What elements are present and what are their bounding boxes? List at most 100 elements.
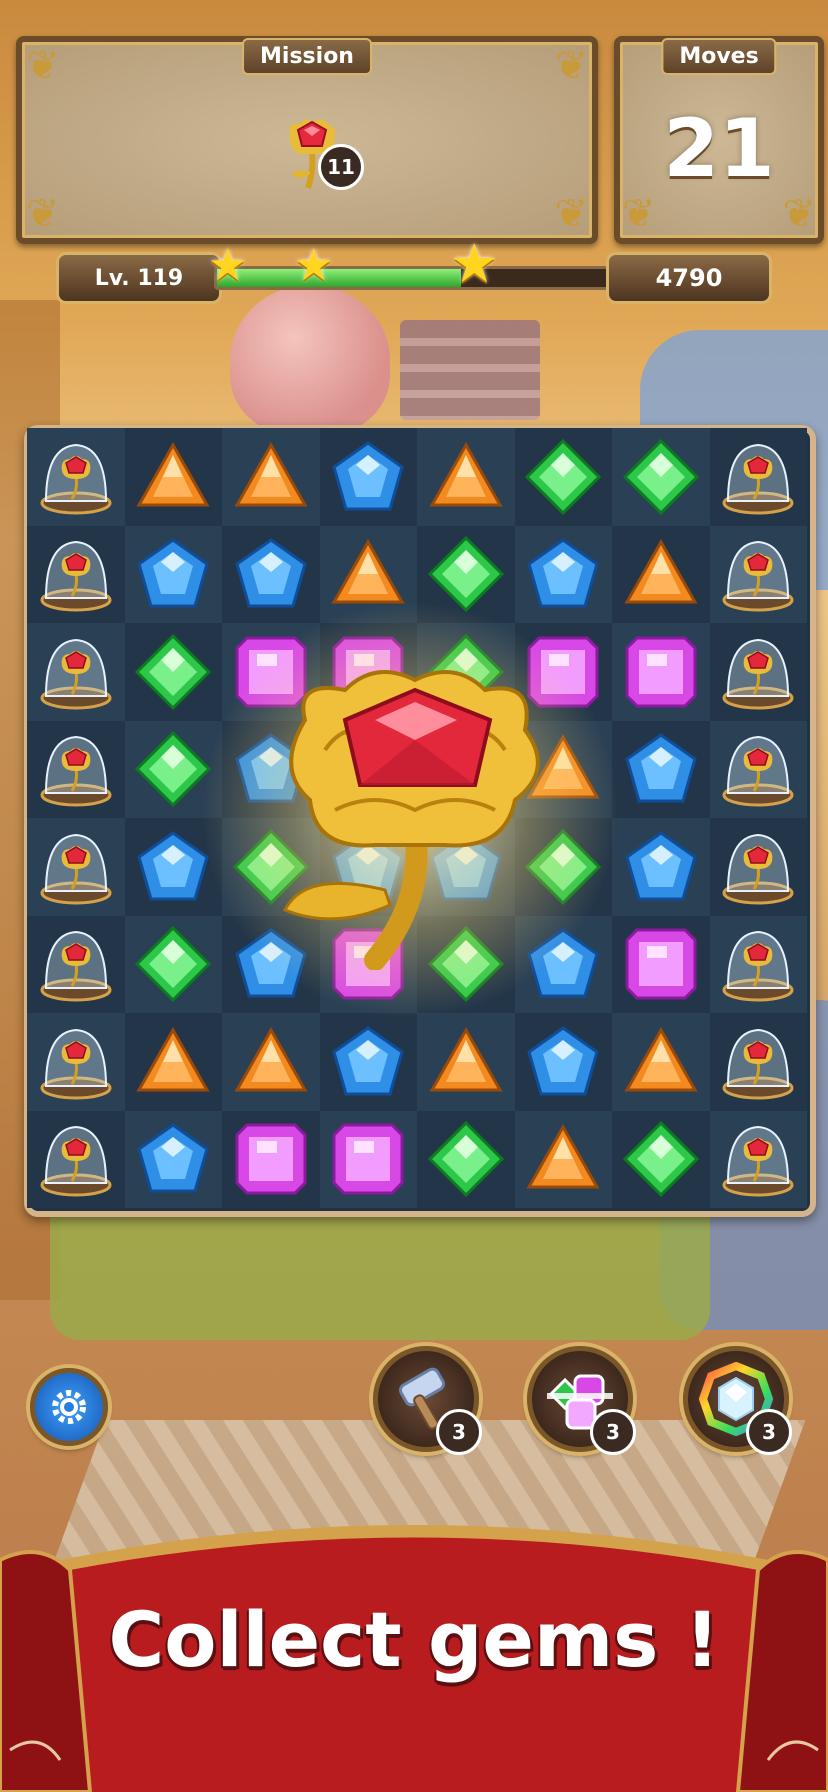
blue-gem-icon: [332, 1025, 404, 1096]
board-cell[interactable]: [319, 1110, 417, 1208]
board-cell[interactable]: [222, 525, 320, 623]
board-cell[interactable]: [124, 818, 222, 916]
board-cell[interactable]: [222, 1013, 320, 1111]
orange-gem-icon: [234, 441, 308, 507]
board-cell[interactable]: [514, 720, 612, 818]
booster-hammer-button[interactable]: 3: [373, 1346, 482, 1455]
board-cell[interactable]: [319, 623, 417, 721]
board-cell[interactable]: [612, 525, 710, 623]
board-cell[interactable]: [417, 720, 515, 818]
purple-gem-icon: [235, 636, 307, 708]
board-cell[interactable]: [27, 428, 125, 526]
board-cell[interactable]: [27, 1013, 125, 1111]
score-progress-fill: [217, 269, 462, 287]
board-cell[interactable]: [319, 915, 417, 1013]
board-cell[interactable]: [319, 818, 417, 916]
blue-gem-icon: [332, 830, 404, 901]
board-cell[interactable]: [27, 623, 125, 721]
purple-gem-icon: [625, 928, 697, 1000]
game-board: [24, 425, 816, 1217]
board-cell[interactable]: [319, 525, 417, 623]
board-cell[interactable]: [417, 428, 515, 526]
green-gem-icon: [427, 926, 504, 1003]
rose-dome-icon: [40, 541, 112, 612]
board-cell[interactable]: [124, 915, 222, 1013]
board-cell[interactable]: [27, 915, 125, 1013]
board-cell[interactable]: [319, 720, 417, 818]
board-cell[interactable]: [124, 1110, 222, 1208]
mission-target-count: 11: [318, 144, 364, 190]
rose-dome-icon: [40, 1126, 112, 1197]
corner-ornament-icon: ❦: [782, 191, 816, 237]
board-cell[interactable]: [612, 1110, 710, 1208]
board-cell[interactable]: [514, 623, 612, 721]
green-gem-icon: [525, 438, 602, 515]
board-cell[interactable]: [514, 428, 612, 526]
board-cell[interactable]: [27, 818, 125, 916]
board-cell[interactable]: [514, 818, 612, 916]
board-cell[interactable]: [709, 525, 807, 623]
blue-gem-icon: [527, 928, 599, 998]
settings-button[interactable]: [30, 1368, 108, 1446]
board-cell[interactable]: [222, 720, 320, 818]
board-cell[interactable]: [27, 525, 125, 623]
board-cell[interactable]: [417, 525, 515, 623]
purple-gem-icon: [332, 1123, 404, 1195]
moves-title: Moves: [661, 38, 777, 75]
green-gem-icon: [622, 438, 699, 515]
booster-color-bomb-button[interactable]: 3: [683, 1346, 792, 1455]
blue-gem-icon: [235, 928, 307, 998]
board-cell[interactable]: [319, 1013, 417, 1111]
board-cell[interactable]: [709, 818, 807, 916]
board-cell[interactable]: [417, 1110, 515, 1208]
board-cell[interactable]: [612, 915, 710, 1013]
board-cell[interactable]: [124, 525, 222, 623]
blue-gem-icon: [235, 538, 307, 608]
blue-gem-icon: [527, 1025, 599, 1096]
board-cell[interactable]: [417, 915, 515, 1013]
board-cell[interactable]: [124, 428, 222, 526]
board-cell[interactable]: [514, 1013, 612, 1111]
board-cell[interactable]: [319, 428, 417, 526]
board-cell[interactable]: [612, 428, 710, 526]
purple-gem-icon: [332, 636, 404, 708]
green-gem-icon: [525, 828, 602, 905]
board-cell[interactable]: [709, 915, 807, 1013]
board-cell[interactable]: [709, 720, 807, 818]
board-cell[interactable]: [514, 1110, 612, 1208]
board-cell[interactable]: [417, 623, 515, 721]
board-cell[interactable]: [417, 818, 515, 916]
purple-gem-icon: [235, 1123, 307, 1195]
board-cell[interactable]: [124, 1013, 222, 1111]
board-cell[interactable]: [612, 1013, 710, 1111]
board-cell[interactable]: [709, 623, 807, 721]
board-cell[interactable]: [27, 1110, 125, 1208]
board-cell[interactable]: [222, 1110, 320, 1208]
green-gem-icon: [427, 1121, 504, 1198]
mission-title: Mission: [242, 38, 372, 75]
board-cell[interactable]: [417, 1013, 515, 1111]
board-cell[interactable]: [612, 720, 710, 818]
board-cell[interactable]: [514, 525, 612, 623]
board-cell[interactable]: [222, 915, 320, 1013]
board-cell[interactable]: [124, 623, 222, 721]
board-cell[interactable]: [222, 623, 320, 721]
board-cell[interactable]: [222, 428, 320, 526]
green-gem-icon: [427, 536, 504, 613]
board-cell[interactable]: [124, 720, 222, 818]
board-cell[interactable]: [514, 915, 612, 1013]
board-cell[interactable]: [27, 720, 125, 818]
board-cell[interactable]: [709, 1013, 807, 1111]
board-cell[interactable]: [709, 428, 807, 526]
blue-gem-icon: [430, 830, 502, 901]
board-cell[interactable]: [709, 1110, 807, 1208]
rose-dome-icon: [40, 1028, 112, 1100]
board-cell[interactable]: [222, 818, 320, 916]
board-cell[interactable]: [612, 818, 710, 916]
rose-dome-icon: [40, 931, 112, 1002]
rose-dome-icon: [722, 931, 794, 1002]
blue-gem-icon: [430, 733, 502, 803]
board-cell[interactable]: [612, 623, 710, 721]
booster-cross-button[interactable]: 3: [527, 1346, 636, 1455]
rose-dome-icon: [40, 638, 112, 710]
